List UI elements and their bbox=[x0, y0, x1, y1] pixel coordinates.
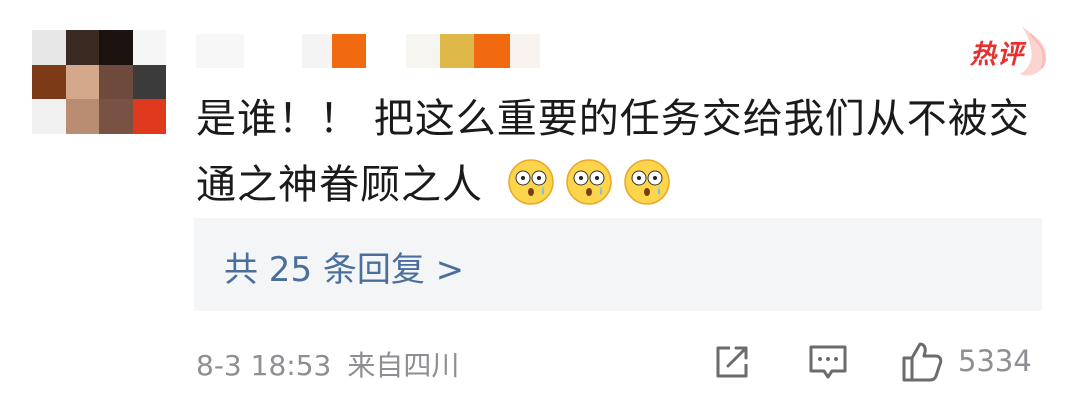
comment-time: 8-3 18:53 bbox=[196, 349, 332, 382]
flushed-face-icon bbox=[507, 159, 554, 205]
comment-footer: 8-3 18:53 来自四川 5334 bbox=[196, 340, 1046, 384]
comment-icon[interactable] bbox=[806, 340, 850, 384]
hot-comment-badge: 热评 bbox=[970, 40, 1025, 70]
avatar[interactable] bbox=[32, 30, 166, 134]
comment-meta: 8-3 18:53 来自四川 bbox=[196, 344, 459, 384]
flushed-face-icon bbox=[623, 159, 670, 205]
comment-location: 来自四川 bbox=[347, 349, 460, 382]
replies-box[interactable]: 共 25 条回复 > bbox=[194, 218, 1042, 311]
comment-text: 是谁！！ 把这么重要的任务交给我们从不被交通之神眷顾之人 bbox=[196, 86, 1056, 218]
flushed-face-icon bbox=[565, 159, 612, 205]
like-count: 5334 bbox=[958, 344, 1032, 378]
view-replies-link[interactable]: 共 25 条回复 > bbox=[224, 242, 464, 291]
like-thumbs-up-icon[interactable] bbox=[900, 340, 944, 384]
share-icon[interactable] bbox=[710, 340, 754, 384]
username[interactable] bbox=[196, 34, 540, 68]
comment-body: 是谁！！ 把这么重要的任务交给我们从不被交通之神眷顾之人 bbox=[196, 96, 1030, 208]
